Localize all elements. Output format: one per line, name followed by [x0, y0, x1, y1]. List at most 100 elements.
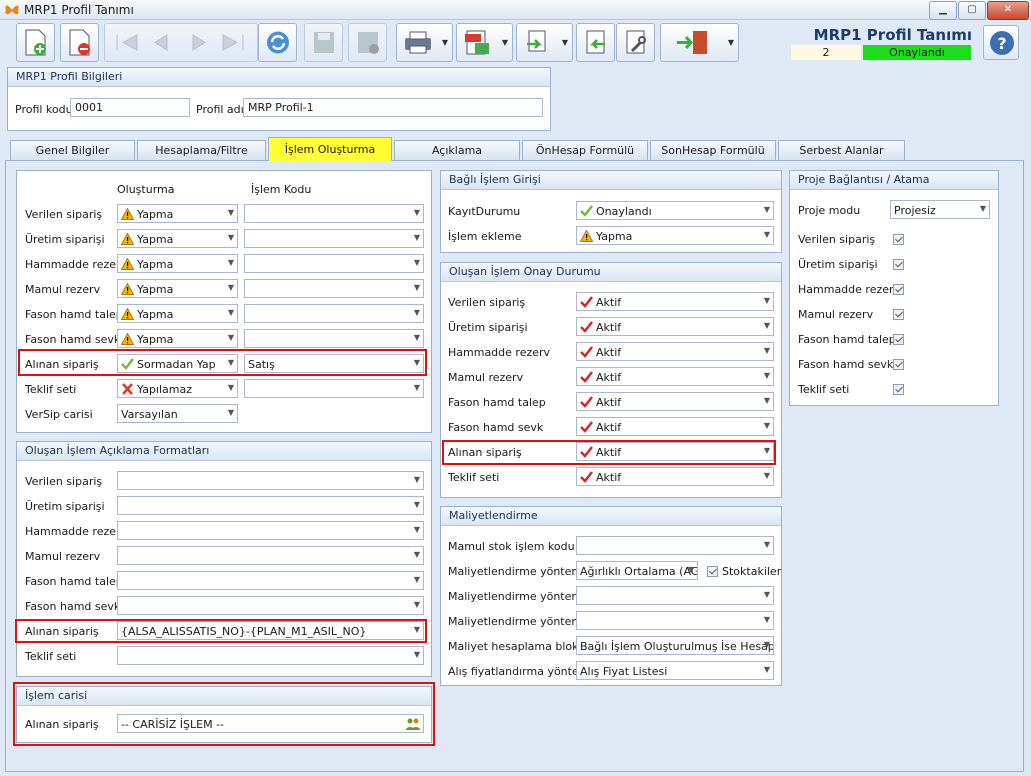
- approval-status-select[interactable]: Aktif ▼: [576, 417, 774, 436]
- tab-pre-calc-formula[interactable]: ÖnHesap Formülü: [522, 140, 648, 160]
- maximize-button[interactable]: ▢: [958, 1, 986, 20]
- description-format-select[interactable]: ▼: [117, 546, 424, 565]
- description-format-select[interactable]: ▼: [117, 571, 424, 590]
- process-code-select[interactable]: ▼: [244, 254, 424, 273]
- project-row-checkbox[interactable]: [893, 334, 904, 345]
- process-code-select[interactable]: ▼: [244, 379, 424, 398]
- profile-name-label: Profil adı: [196, 103, 244, 116]
- creation-mode-select[interactable]: Yapma ▼: [117, 229, 238, 248]
- versip-account-select[interactable]: Varsayılan ▼: [117, 404, 238, 423]
- project-mode-select[interactable]: Projesiz ▼: [890, 200, 990, 219]
- svg-text:?: ?: [997, 34, 1006, 53]
- record-navigation-group: [104, 23, 258, 62]
- tab-calculation-filter[interactable]: Hesaplama/Filtre: [137, 140, 266, 160]
- previous-record-icon[interactable]: [147, 29, 173, 56]
- last-record-icon[interactable]: [219, 29, 251, 56]
- approval-status-select[interactable]: Aktif ▼: [576, 467, 774, 486]
- creation-mode-select[interactable]: Yapma ▼: [117, 204, 238, 223]
- costing-method-select[interactable]: Bağlı İşlem Oluşturulmuş İse Hesaplar ▼: [576, 636, 774, 655]
- profile-info-header: MRP1 Profil Bilgileri: [8, 68, 550, 87]
- creation-mode-select[interactable]: Yapma ▼: [117, 304, 238, 323]
- export-pdf-button[interactable]: [456, 23, 500, 62]
- delete-record-button[interactable]: [60, 23, 99, 62]
- linked-value-select[interactable]: Yapma ▼: [576, 226, 774, 245]
- costing-method-select[interactable]: ▼: [576, 611, 774, 630]
- creation-mode-select[interactable]: Yapma ▼: [117, 329, 238, 348]
- project-row-checkbox[interactable]: [893, 384, 904, 395]
- tab-post-calc-formula[interactable]: SonHesap Formülü: [650, 140, 776, 160]
- first-record-icon[interactable]: [111, 29, 141, 56]
- print-dropdown-arrow[interactable]: ▼: [438, 23, 453, 62]
- project-row-label: Teklif seti: [798, 383, 850, 396]
- approval-status-select[interactable]: Aktif ▼: [576, 317, 774, 336]
- chevron-down-icon: ▼: [227, 233, 234, 242]
- tab-general[interactable]: Genel Bilgiler: [10, 140, 135, 160]
- tab-process-creation[interactable]: İşlem Oluşturma: [268, 137, 392, 161]
- versip-account-value: Varsayılan: [121, 408, 178, 421]
- project-row-checkbox[interactable]: [893, 359, 904, 370]
- description-format-select[interactable]: ▼: [117, 521, 424, 540]
- chevron-down-icon: ▼: [413, 575, 420, 584]
- project-row-checkbox[interactable]: [893, 284, 904, 295]
- window-titlebar: MRP1 Profil Tanımı ▁ ▢ ✕: [0, 0, 1031, 20]
- chevron-down-icon: ▼: [413, 550, 420, 559]
- exit-button[interactable]: [660, 23, 726, 62]
- description-format-select[interactable]: ▼: [117, 471, 424, 490]
- process-code-select[interactable]: ▼: [244, 304, 424, 323]
- transfer-button[interactable]: [516, 23, 560, 62]
- process-code-select[interactable]: ▼: [244, 229, 424, 248]
- description-format-select[interactable]: ▼: [117, 496, 424, 515]
- close-button[interactable]: ✕: [987, 1, 1029, 20]
- costing-method-select[interactable]: ▼: [576, 536, 774, 555]
- approval-status-select[interactable]: Aktif ▼: [576, 342, 774, 361]
- approval-status-select[interactable]: Aktif ▼: [576, 367, 774, 386]
- refresh-button[interactable]: [258, 23, 297, 62]
- project-row-checkbox[interactable]: [893, 259, 904, 270]
- creation-mode-select[interactable]: Yapma ▼: [117, 279, 238, 298]
- chevron-down-icon: ▼: [763, 346, 770, 355]
- project-row-checkbox[interactable]: [893, 234, 904, 245]
- cancel-changes-button[interactable]: [348, 23, 387, 62]
- approval-status-select[interactable]: Aktif ▼: [576, 392, 774, 411]
- exit-dropdown-arrow[interactable]: ▼: [724, 23, 739, 62]
- export-dropdown-arrow[interactable]: ▼: [498, 23, 513, 62]
- costing-method-select[interactable]: Ağırlıklı Ortalama (AG ▼: [576, 561, 698, 580]
- settings-button[interactable]: [616, 23, 655, 62]
- description-row-label: Fason hamd talep: [25, 575, 123, 588]
- next-record-icon[interactable]: [185, 29, 211, 56]
- project-row-checkbox[interactable]: [893, 309, 904, 320]
- exit-door-icon: [677, 31, 707, 54]
- description-row-label: Fason hamd sevk: [25, 600, 121, 613]
- creation-mode-select[interactable]: Yapılamaz ▼: [117, 379, 238, 398]
- costing-group: Maliyetlendirme Mamul stok işlem kodu ▼ Ma…: [440, 506, 782, 686]
- transfer-dropdown-arrow[interactable]: ▼: [558, 23, 573, 62]
- creation-mode-select[interactable]: Yapma ▼: [117, 254, 238, 273]
- new-record-button[interactable]: [16, 23, 55, 62]
- creation-row-label: Fason hamd talep: [25, 308, 123, 321]
- linked-process-group: Bağlı İşlem Girişi KayıtDurumu Onaylandı ▼…: [440, 170, 782, 253]
- minimize-button[interactable]: ▁: [929, 1, 957, 20]
- save-button[interactable]: [304, 23, 343, 62]
- versip-account-label: VerSip carisi: [25, 408, 93, 421]
- active-check-icon: [580, 471, 593, 483]
- description-row-label: Teklif seti: [25, 650, 77, 663]
- stock-items-checkbox[interactable]: [707, 566, 718, 577]
- linked-value-select[interactable]: Onaylandı ▼: [576, 201, 774, 220]
- costing-method-select[interactable]: Alış Fiyat Listesi ▼: [576, 661, 774, 680]
- help-button[interactable]: ?: [983, 25, 1019, 60]
- tab-free-fields[interactable]: Serbest Alanlar: [778, 140, 905, 160]
- description-format-select[interactable]: ▼: [117, 596, 424, 615]
- highlight-received-order-creation: [18, 349, 427, 376]
- profile-code-input[interactable]: 0001: [70, 98, 190, 117]
- print-button[interactable]: [396, 23, 440, 62]
- costing-method-select[interactable]: ▼: [576, 586, 774, 605]
- profile-name-input[interactable]: MRP Profil-1: [243, 98, 543, 117]
- process-code-select[interactable]: ▼: [244, 204, 424, 223]
- process-code-select[interactable]: ▼: [244, 329, 424, 348]
- tab-description[interactable]: Açıklama: [394, 140, 520, 160]
- creation-row-label: Üretim siparişi: [25, 233, 105, 246]
- import-button[interactable]: [576, 23, 615, 62]
- process-code-select[interactable]: ▼: [244, 279, 424, 298]
- description-format-select[interactable]: ▼: [117, 646, 424, 665]
- approval-status-select[interactable]: Aktif ▼: [576, 292, 774, 311]
